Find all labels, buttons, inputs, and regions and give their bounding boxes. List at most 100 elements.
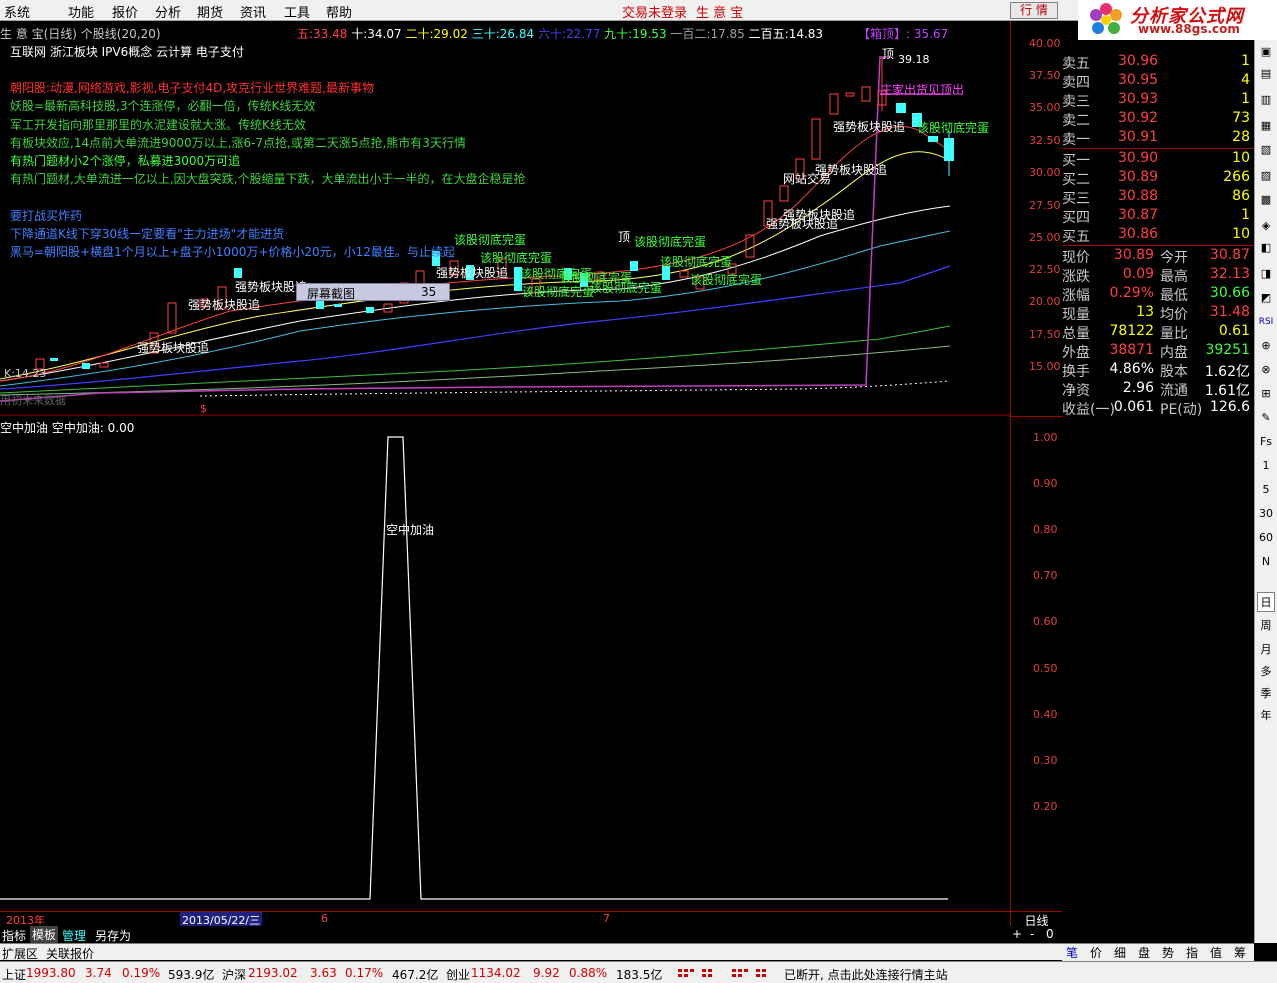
tab-detail[interactable]: 笔 <box>1066 944 1078 961</box>
price-tick: 40.00 <box>1029 37 1061 50</box>
ask-row[interactable]: 卖一 30.91 28 <box>1062 129 1254 148</box>
tab-related-quote[interactable]: 关联报价 <box>46 945 94 962</box>
kline-chart[interactable]: 生 意 宝(日线) 个股线(20,20) 五:33.48 十:34.07 二十:… <box>0 21 1010 416</box>
bid-row[interactable]: 买三 30.88 86 <box>1062 188 1254 207</box>
menu-item-tools[interactable]: 工具 <box>284 2 310 21</box>
stat-value: 1.62亿 <box>1204 364 1250 380</box>
tab-detail[interactable]: 指 <box>1186 944 1198 961</box>
sidebar-period[interactable]: 周 <box>1257 616 1275 636</box>
ask-row[interactable]: 卖五 30.96 1 <box>1062 53 1254 72</box>
sidebar-icon[interactable]: ◈ <box>1257 216 1275 236</box>
tab-manage[interactable]: 管理 <box>62 927 86 944</box>
screenshot-tooltip[interactable]: 屏幕截图 35 <box>296 283 450 301</box>
sidebar-period[interactable]: N <box>1257 552 1275 572</box>
connection-status[interactable]: 已断开, 点击此处连接行情主站 <box>784 966 948 983</box>
trade-login-status[interactable]: 交易未登录 <box>622 2 687 21</box>
stat-label: PE(动) <box>1160 402 1203 418</box>
ask-row[interactable]: 卖二 30.92 73 <box>1062 110 1254 129</box>
screenshot-value: 35 <box>421 285 437 299</box>
stat-value: 30.66 <box>1209 285 1250 301</box>
sidebar-period[interactable]: 60 <box>1257 528 1275 548</box>
sidebar-icon[interactable]: ▦ <box>1257 116 1275 136</box>
sidebar-period[interactable]: 月 <box>1257 640 1275 660</box>
sidebar-period[interactable]: Fs <box>1257 432 1275 452</box>
pencil-icon[interactable]: ✎ <box>1257 408 1275 428</box>
menu-item-futures[interactable]: 期货 <box>197 2 223 21</box>
sidebar-period[interactable]: 1 <box>1257 456 1275 476</box>
index-cy-label[interactable]: 创业 <box>446 966 470 983</box>
sidebar-icon[interactable]: ▣ <box>1257 42 1275 62</box>
note-2: 军工开发指向那里那里的水泥建设就大涨。传统K线无效 <box>10 118 306 132</box>
stat-label: 现量 <box>1062 307 1090 323</box>
sidebar-icon[interactable]: ◨ <box>1257 264 1275 284</box>
ma5-label: 五: <box>297 27 314 41</box>
tab-detail[interactable]: 值 <box>1210 944 1222 961</box>
ask-row[interactable]: 卖三 30.93 1 <box>1062 91 1254 110</box>
sidebar-period-active[interactable]: 日 <box>1257 592 1275 612</box>
tab-detail[interactable]: 筹 <box>1234 944 1246 961</box>
tab-detail[interactable]: 盘 <box>1138 944 1150 961</box>
stat-label: 流通 <box>1160 383 1188 399</box>
zoom-reset-button[interactable]: 0 <box>1046 927 1054 941</box>
ind-tick: 0.90 <box>1033 477 1058 490</box>
ma30-label: 三十: <box>471 27 500 41</box>
ask-row[interactable]: 卖四 30.95 4 <box>1062 72 1254 91</box>
bid-row[interactable]: 买四 30.87 1 <box>1062 207 1254 226</box>
sidebar-icon[interactable]: ⊞ <box>1257 384 1275 404</box>
ma250-label: 二百五: <box>748 27 789 41</box>
quote-stat-row: 涨幅 0.29% 最低 30.66 <box>1062 285 1254 304</box>
sidebar-period[interactable]: 多 <box>1257 662 1275 682</box>
bid-row[interactable]: 买一 30.90 10 <box>1062 150 1254 169</box>
index-hs-label[interactable]: 沪深 <box>222 966 246 983</box>
tab-saveas[interactable]: 另存为 <box>95 927 131 944</box>
menu-item-analysis[interactable]: 分析 <box>155 2 181 21</box>
ma-legend: 五:33.48 十:34.07 二十:29.02 三十:26.84 六十:22.… <box>297 25 823 42</box>
stat-label: 换手 <box>1062 364 1090 380</box>
bid-row[interactable]: 买五 30.86 10 <box>1062 226 1254 245</box>
menu-item-function[interactable]: 功能 <box>68 2 94 21</box>
stat-value: 13 <box>1136 304 1154 320</box>
menu-item-quote[interactable]: 报价 <box>112 2 138 21</box>
index-hs-pct: 0.17% <box>345 966 384 980</box>
tab-indicator[interactable]: 指标 <box>2 927 26 944</box>
ask-label: 卖四 <box>1062 75 1090 91</box>
zoom-in-button[interactable]: + <box>1012 927 1022 941</box>
sidebar-period[interactable]: 年 <box>1257 706 1275 726</box>
ask-label: 卖三 <box>1062 94 1090 110</box>
sidebar-icon[interactable]: ◧ <box>1257 238 1275 258</box>
menu-item-news[interactable]: 资讯 <box>240 2 266 21</box>
quote-button[interactable]: 行 情 <box>1010 2 1058 19</box>
bid-row[interactable]: 买二 30.89 266 <box>1062 169 1254 188</box>
sidebar-icon[interactable]: ⊕ <box>1257 336 1275 356</box>
menu-item-system[interactable]: 系统 <box>4 2 30 21</box>
index-sh-label[interactable]: 上证 <box>2 966 26 983</box>
sidebar-icon[interactable]: ▥ <box>1257 90 1275 110</box>
tab-detail[interactable]: 价 <box>1090 944 1102 961</box>
indicator-svg <box>0 436 948 900</box>
rsi-icon[interactable]: RSI <box>1257 312 1275 332</box>
menu-item-help[interactable]: 帮助 <box>326 2 352 21</box>
sidebar-icon[interactable]: ▨ <box>1257 166 1275 186</box>
sidebar-icon[interactable]: ⊗ <box>1257 360 1275 380</box>
tab-extension[interactable]: 扩展区 <box>2 945 38 962</box>
concepts: 互联网 浙江板块 IPV6概念 云计算 电子支付 <box>10 45 244 59</box>
sidebar-icon[interactable]: ▩ <box>1257 190 1275 210</box>
sidebar-icon[interactable]: ▤ <box>1257 64 1275 84</box>
stat-label: 最高 <box>1160 269 1188 285</box>
ask-volume: 1 <box>1241 91 1250 107</box>
sidebar-period[interactable]: 5 <box>1257 480 1275 500</box>
sidebar-period[interactable]: 季 <box>1257 684 1275 704</box>
ind-tick: 0.80 <box>1033 523 1058 536</box>
price-tick: 15.00 <box>1029 360 1061 373</box>
indicator-chart[interactable]: 空中加油 空中加油: 0.00 空中加油 <box>0 417 1010 910</box>
extension-tabs: 扩展区 关联报价 <box>0 943 1062 962</box>
zoom-out-button[interactable]: - <box>1030 927 1034 941</box>
sidebar-icon[interactable]: ▧ <box>1257 140 1275 160</box>
tab-detail[interactable]: 势 <box>1162 944 1174 961</box>
quote-stat-row: 收益(一) 0.061 PE(动) 126.6 <box>1062 399 1254 418</box>
tab-template[interactable]: 模板 <box>30 926 59 943</box>
signal-strong-5: 强势板块股追 <box>815 163 888 177</box>
tab-detail[interactable]: 细 <box>1114 944 1126 961</box>
sidebar-period[interactable]: 30 <box>1257 504 1275 524</box>
sidebar-icon[interactable]: ◩ <box>1257 288 1275 308</box>
